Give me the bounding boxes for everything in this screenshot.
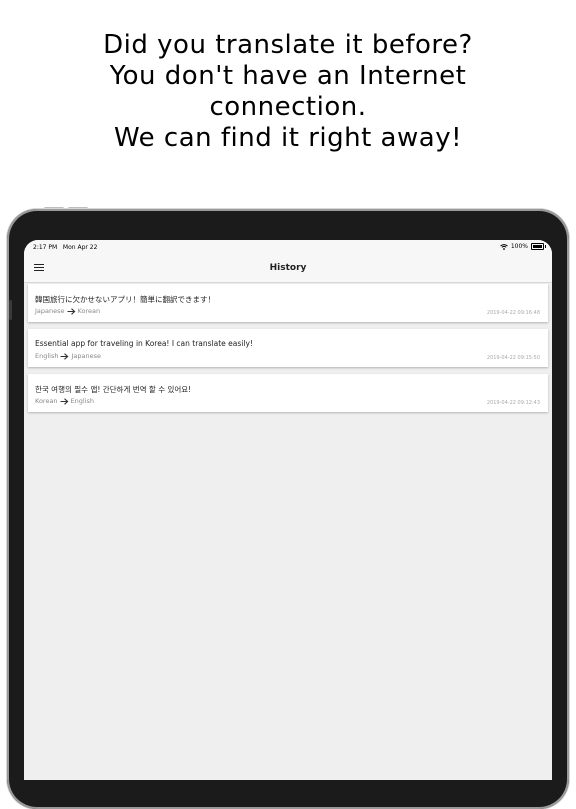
battery-percent: 100% [510,243,528,250]
status-time: 2:17 PM Mon Apr 22 [33,244,97,251]
history-item-languages: English Japanese [35,352,101,360]
arrow-right-icon [67,307,76,315]
target-language: English [70,397,95,405]
history-list: 韓国旅行に欠かせないアプリ！簡単に翻訳できます！ Japanese Korean… [28,284,548,419]
history-item-languages: Korean English [35,397,94,405]
promo-line: You don't have an Internet [109,61,467,91]
promo-line: connection. [209,92,367,122]
history-item-languages: Japanese Korean [35,307,100,315]
history-item-timestamp: 2019-04-22 09:12:43 [486,400,540,406]
history-item[interactable]: 韓国旅行に欠かせないアプリ！簡単に翻訳できます！ Japanese Korean… [28,284,548,322]
history-item-text: Essential app for traveling in Korea! I … [35,339,253,348]
source-language: Korean [35,397,58,405]
app-screen: 2:17 PM Mon Apr 22 100% History 韓国旅行に欠かせ… [24,240,552,780]
battery-icon [531,243,546,250]
page-title: History [269,263,307,273]
arrow-right-icon [60,397,69,405]
navigation-bar: History [24,256,552,283]
target-language: Japanese [71,352,101,360]
source-language: English [35,352,59,360]
promo-headline: Did you translate it before? You don't h… [0,30,576,154]
promo-line: We can find it right away! [113,123,463,153]
history-item-text: 韓国旅行に欠かせないアプリ！簡単に翻訳できます！ [35,295,215,304]
status-bar: 2:17 PM Mon Apr 22 100% [24,240,552,256]
promo-line: Did you translate it before? [103,30,473,60]
history-item[interactable]: 한국 여행의 필수 앱! 간단하게 번역 할 수 있어요! Korean Eng… [28,374,548,412]
status-time-text: 2:17 PM [33,244,58,251]
history-item-text: 한국 여행의 필수 앱! 간단하게 번역 할 수 있어요! [35,385,192,394]
status-right: 100% [500,243,546,250]
target-language: Korean [77,307,101,315]
status-date-text: Mon Apr 22 [62,244,98,251]
wifi-icon [500,243,508,250]
history-item-timestamp: 2019-04-22 09:15:50 [486,355,540,361]
history-item-timestamp: 2019-04-22 09:16:48 [486,310,540,316]
history-item[interactable]: Essential app for traveling in Korea! I … [28,329,548,367]
device-side-button [9,300,12,320]
source-language: Japanese [35,307,65,315]
arrow-right-icon [60,352,69,360]
